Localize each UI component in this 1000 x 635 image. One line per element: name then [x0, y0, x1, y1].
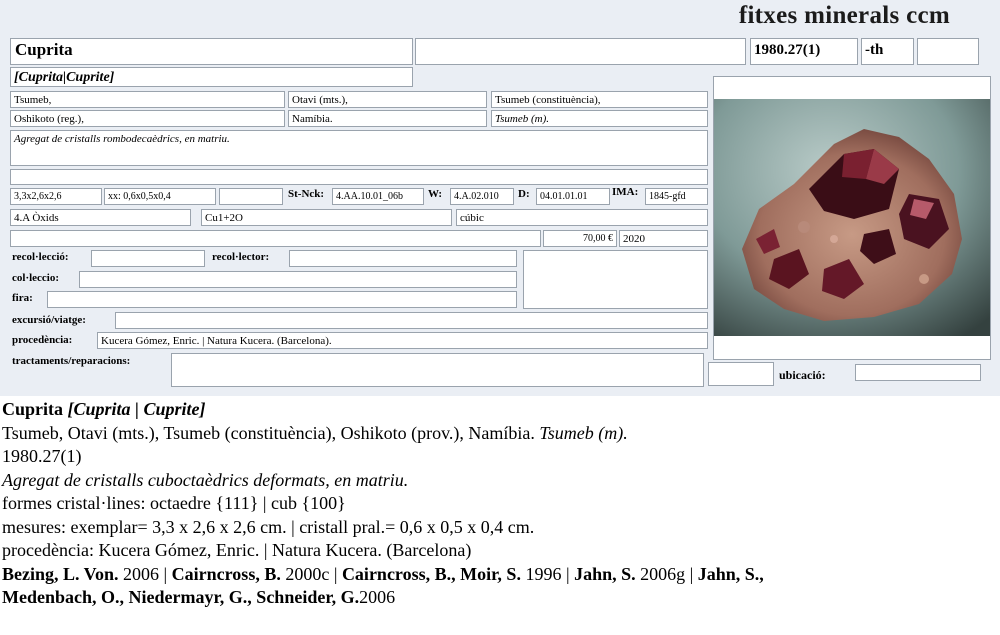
desc-description: Agregat de cristalls cuboctaèdrics defor… — [2, 469, 409, 490]
ref-author: Bezing, L. Von. — [2, 563, 119, 584]
description-field[interactable]: Agregat de cristalls rombodecaèdrics, en… — [10, 130, 708, 166]
desc-ref: 1980.27(1) — [2, 446, 82, 466]
trip-label: excursió/viatge: — [12, 314, 86, 326]
desc-measures: mesures: exemplar= 3,3 x 2,6 x 2,6 cm. |… — [2, 516, 535, 537]
mineral-card: fitxes minerals ccm Cuprita 1980.27(1) -… — [0, 0, 1000, 396]
location-field[interactable] — [855, 364, 981, 381]
reference-field[interactable]: 1980.27(1) — [750, 38, 858, 65]
locality-1-field[interactable]: Tsumeb, — [10, 91, 285, 108]
ima-label: IMA: — [612, 186, 639, 198]
desc-locality: Tsumeb, Otavi (mts.), Tsumeb (constituèn… — [2, 422, 535, 443]
name-field[interactable]: Cuprita — [10, 38, 413, 65]
synonyms-field[interactable]: [Cuprita|Cuprite] — [10, 67, 413, 87]
ref-year: 2006g — [640, 563, 686, 584]
desc-locality-italic: Tsumeb (m). — [539, 422, 628, 443]
year-field[interactable]: 2020 — [619, 230, 708, 247]
desc-name: Cuprita — [2, 399, 64, 419]
recollection-label: recol·lecció: — [12, 251, 69, 263]
desc-title-line: Cuprita [Cuprita | Cuprite] — [2, 398, 1000, 422]
fair-label: fira: — [12, 292, 33, 304]
desc-locality-line: Tsumeb, Otavi (mts.), Tsumeb (constituèn… — [2, 422, 1000, 446]
fair-field[interactable] — [47, 291, 517, 308]
crystal-system-field[interactable]: cúbic — [456, 209, 708, 226]
location-code-field[interactable] — [708, 362, 774, 386]
d-field[interactable]: 04.01.01.01 — [536, 188, 610, 205]
recollector-label: recol·lector: — [212, 251, 270, 263]
reference-suffix-field[interactable]: -th — [861, 38, 914, 65]
measure-extra-field[interactable] — [219, 188, 283, 205]
description-extra-field[interactable] — [10, 169, 708, 185]
w-label: W: — [428, 188, 443, 200]
mineral-photo — [714, 99, 990, 336]
provenance-field[interactable]: Kucera Gómez, Enric. | Natura Kucera. (B… — [97, 332, 708, 349]
crystal-size-field[interactable]: xx: 0,6x0,5x0,4 — [104, 188, 216, 205]
ref-author: Medenbach, O., Niedermayr, G., Schneider… — [2, 587, 360, 607]
ref-year: 2006 — [123, 563, 160, 584]
price-field[interactable]: 70,00 € — [543, 230, 617, 247]
specimen-description: Cuprita [Cuprita | Cuprite] Tsumeb, Otav… — [2, 398, 1000, 610]
name-extra-field[interactable] — [415, 38, 746, 65]
locality-5-field[interactable]: Namíbia. — [288, 110, 487, 127]
desc-references-line-2: Medenbach, O., Niedermayr, G., Schneider… — [2, 586, 1000, 610]
location-label: ubicació: — [779, 368, 826, 382]
class-field[interactable]: 4.A Òxids — [10, 209, 191, 226]
desc-references-line-1: Bezing, L. Von. 2006 | Cairncross, B. 20… — [2, 563, 764, 584]
locality-6-field[interactable]: Tsumeb (m). — [491, 110, 708, 127]
app-title: fitxes minerals ccm — [738, 2, 950, 29]
ref-year: 2000c — [285, 563, 330, 584]
locality-4-field[interactable]: Oshikoto (reg.), — [10, 110, 285, 127]
st-nck-label: St-Nck: — [288, 188, 325, 200]
ref-year: 2006 — [359, 587, 396, 607]
ref-author: Jahn, S. — [574, 563, 636, 584]
notes-box[interactable] — [523, 250, 708, 309]
w-field[interactable]: 4.A.02.010 — [450, 188, 514, 205]
st-nck-field[interactable]: 4.AA.10.01_06b — [332, 188, 424, 205]
locality-3-field[interactable]: Tsumeb (constituència), — [491, 91, 708, 108]
ref-author: Jahn, S., — [697, 563, 764, 584]
desc-provenance: procedència: Kucera Gómez, Enric. | Natu… — [2, 540, 472, 560]
collection-label: col·leccio: — [12, 272, 60, 284]
desc-forms: formes cristal·lines: octaedre {111} | c… — [2, 493, 346, 513]
reference-extra-field[interactable] — [917, 38, 979, 65]
treatments-label: tractaments/reparacions: — [12, 355, 131, 367]
desc-synonyms: [Cuprita | Cuprite] — [67, 399, 206, 419]
collection-field[interactable] — [79, 271, 517, 288]
d-label: D: — [518, 188, 530, 200]
notes-field[interactable] — [10, 230, 541, 247]
mineral-photo-frame — [713, 76, 991, 360]
trip-field[interactable] — [115, 312, 708, 329]
formula-field[interactable]: Cu1+2O — [201, 209, 452, 226]
locality-2-field[interactable]: Otavi (mts.), — [288, 91, 487, 108]
provenance-label: procedència: — [12, 334, 73, 346]
ref-author: Cairncross, B., Moir, S. — [341, 563, 521, 584]
size-field[interactable]: 3,3x2,6x2,6 — [10, 188, 102, 205]
ima-field[interactable]: 1845-gfd — [645, 188, 708, 205]
ref-year: 1996 — [525, 563, 562, 584]
recollector-field[interactable] — [289, 250, 517, 267]
treatments-field[interactable] — [171, 353, 704, 387]
ref-author: Cairncross, B. — [171, 563, 281, 584]
recollection-field[interactable] — [91, 250, 205, 267]
